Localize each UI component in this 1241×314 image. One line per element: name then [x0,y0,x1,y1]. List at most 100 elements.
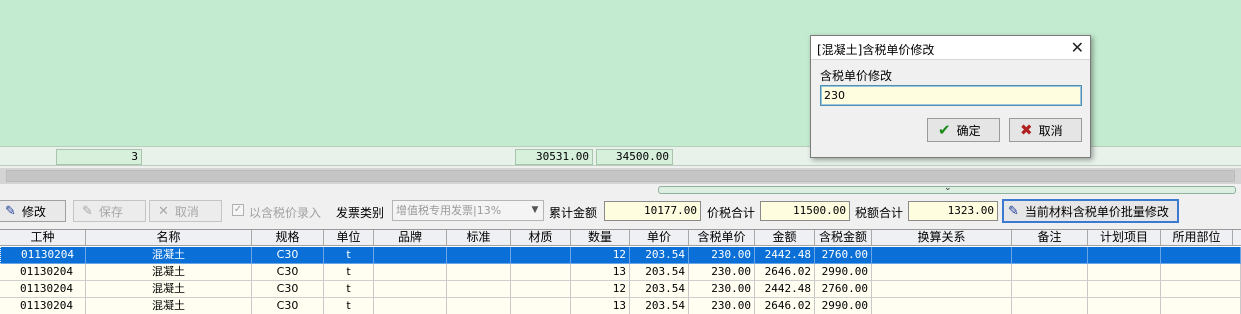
cell-qty: 12 [571,281,630,298]
save-label: 保存 [98,204,123,219]
cancel-label: 取消 [174,204,199,219]
cell-remark [1012,298,1088,314]
dialog-cancel-label: 取消 [1038,123,1063,138]
scrollbar-track[interactable] [6,170,1235,182]
column-header[interactable]: 含税单价 [689,230,755,246]
table-row[interactable]: 01130204 混凝土 C30 t 12 203.54 230.00 2442… [0,247,1241,264]
price-edit-dialog: [混凝土]含税单价修改 ✕ 含税单价修改 230 ✔ 确定 ✖ 取消 [810,35,1091,158]
horizontal-scrollbar[interactable] [0,168,1241,184]
summary-qty: 3 [56,149,142,165]
cell-brand [374,264,447,281]
pencil-icon: ✎ [82,203,93,219]
dialog-field-label: 含税单价修改 [820,69,893,83]
cell-tax-amount: 2990.00 [815,298,872,314]
cell-standard [447,247,511,264]
cell-amount: 2646.02 [755,264,815,281]
column-header[interactable]: 含税金额 [815,230,872,246]
cell-tax-amount: 2760.00 [815,247,872,264]
cell-conversion [872,264,1012,281]
cell-part [1161,264,1241,281]
cell-worktype: 01130204 [0,247,86,264]
cell-brand [374,247,447,264]
cell-plan [1088,281,1161,298]
cell-plan [1088,264,1161,281]
close-icon[interactable]: ✕ [1071,38,1084,57]
table-row[interactable]: 01130204 混凝土 C30 t 13 203.54 230.00 2646… [0,298,1241,314]
column-header[interactable]: 品牌 [374,230,447,246]
cell-worktype: 01130204 [0,298,86,314]
cell-amount: 2442.48 [755,281,815,298]
column-header[interactable]: 所用部位 [1161,230,1233,246]
cell-spec: C30 [252,281,324,298]
cell-remark [1012,264,1088,281]
chevron-down-icon[interactable]: ▼ [529,201,541,220]
cell-name: 混凝土 [86,247,252,264]
cell-standard [447,298,511,314]
cell-tax-price: 230.00 [689,264,755,281]
cell-price: 203.54 [630,247,689,264]
cell-spec: C30 [252,298,324,314]
column-header[interactable]: 备注 [1012,230,1088,246]
cell-spec: C30 [252,264,324,281]
close-x-icon: ✕ [158,203,169,219]
total-amount-field: 10177.00 [604,201,701,221]
cell-amount: 2442.48 [755,247,815,264]
summary-tax-amount: 34500.00 [596,149,673,165]
dialog-cancel-button[interactable]: ✖ 取消 [1009,118,1082,142]
column-header[interactable]: 金额 [755,230,815,246]
cell-qty: 13 [571,264,630,281]
column-header[interactable]: 材质 [511,230,571,246]
cell-plan [1088,298,1161,314]
cell-amount: 2646.02 [755,298,815,314]
total-price-tax-label: 价税合计 [707,206,756,220]
modify-label: 修改 [21,204,46,219]
cancel-button[interactable]: ✕ 取消 [149,200,222,222]
cell-conversion [872,298,1012,314]
column-header[interactable]: 名称 [86,230,252,246]
close-x-icon: ✖ [1020,121,1033,139]
cell-conversion [872,247,1012,264]
cell-spec: C30 [252,247,324,264]
tax-entry-checkbox[interactable]: ✓ [232,204,244,216]
cell-tax-price: 230.00 [689,247,755,264]
table-row[interactable]: 01130204 混凝土 C30 t 13 203.54 230.00 2646… [0,264,1241,281]
cell-unit: t [324,264,374,281]
ok-button[interactable]: ✔ 确定 [927,118,1000,142]
column-header[interactable]: 规格 [252,230,324,246]
cell-name: 混凝土 [86,264,252,281]
column-header[interactable]: 数量 [571,230,630,246]
panel-splitter[interactable]: ⌄ [658,183,1236,194]
tax-price-input[interactable]: 230 [820,85,1082,106]
cell-price: 203.54 [630,298,689,314]
cell-conversion [872,281,1012,298]
column-header[interactable]: 标准 [447,230,511,246]
batch-modify-button[interactable]: ✎ 当前材料含税单价批量修改 [1002,199,1179,223]
invoice-type-select[interactable]: 增值税专用发票|13% ▼ [392,200,544,221]
cell-material [511,264,571,281]
dialog-titlebar[interactable]: [混凝土]含税单价修改 ✕ [811,36,1090,60]
column-header[interactable]: 换算关系 [872,230,1012,246]
cell-tax-price: 230.00 [689,281,755,298]
cell-plan [1088,247,1161,264]
cell-material [511,281,571,298]
cell-qty: 12 [571,247,630,264]
cell-name: 混凝土 [86,281,252,298]
save-button[interactable]: ✎ 保存 [73,200,146,222]
modify-button[interactable]: ✎ 修改 [0,200,66,222]
column-header[interactable]: 单位 [324,230,374,246]
pencil-icon: ✎ [1008,203,1019,219]
column-header[interactable]: 工种 [0,230,86,246]
cell-remark [1012,281,1088,298]
cell-unit: t [324,298,374,314]
ok-label: 确定 [956,123,981,138]
table-row[interactable]: 01130204 混凝土 C30 t 12 203.54 230.00 2442… [0,281,1241,298]
cell-tax-amount: 2760.00 [815,281,872,298]
invoice-type-value: 增值税专用发票|13% [396,204,502,217]
cell-name: 混凝土 [86,298,252,314]
cell-part [1161,281,1241,298]
cell-worktype: 01130204 [0,281,86,298]
chevron-down-icon[interactable]: ⌄ [944,183,952,193]
invoice-type-label: 发票类别 [336,206,385,220]
column-header[interactable]: 单价 [630,230,689,246]
column-header[interactable]: 计划项目 [1088,230,1161,246]
